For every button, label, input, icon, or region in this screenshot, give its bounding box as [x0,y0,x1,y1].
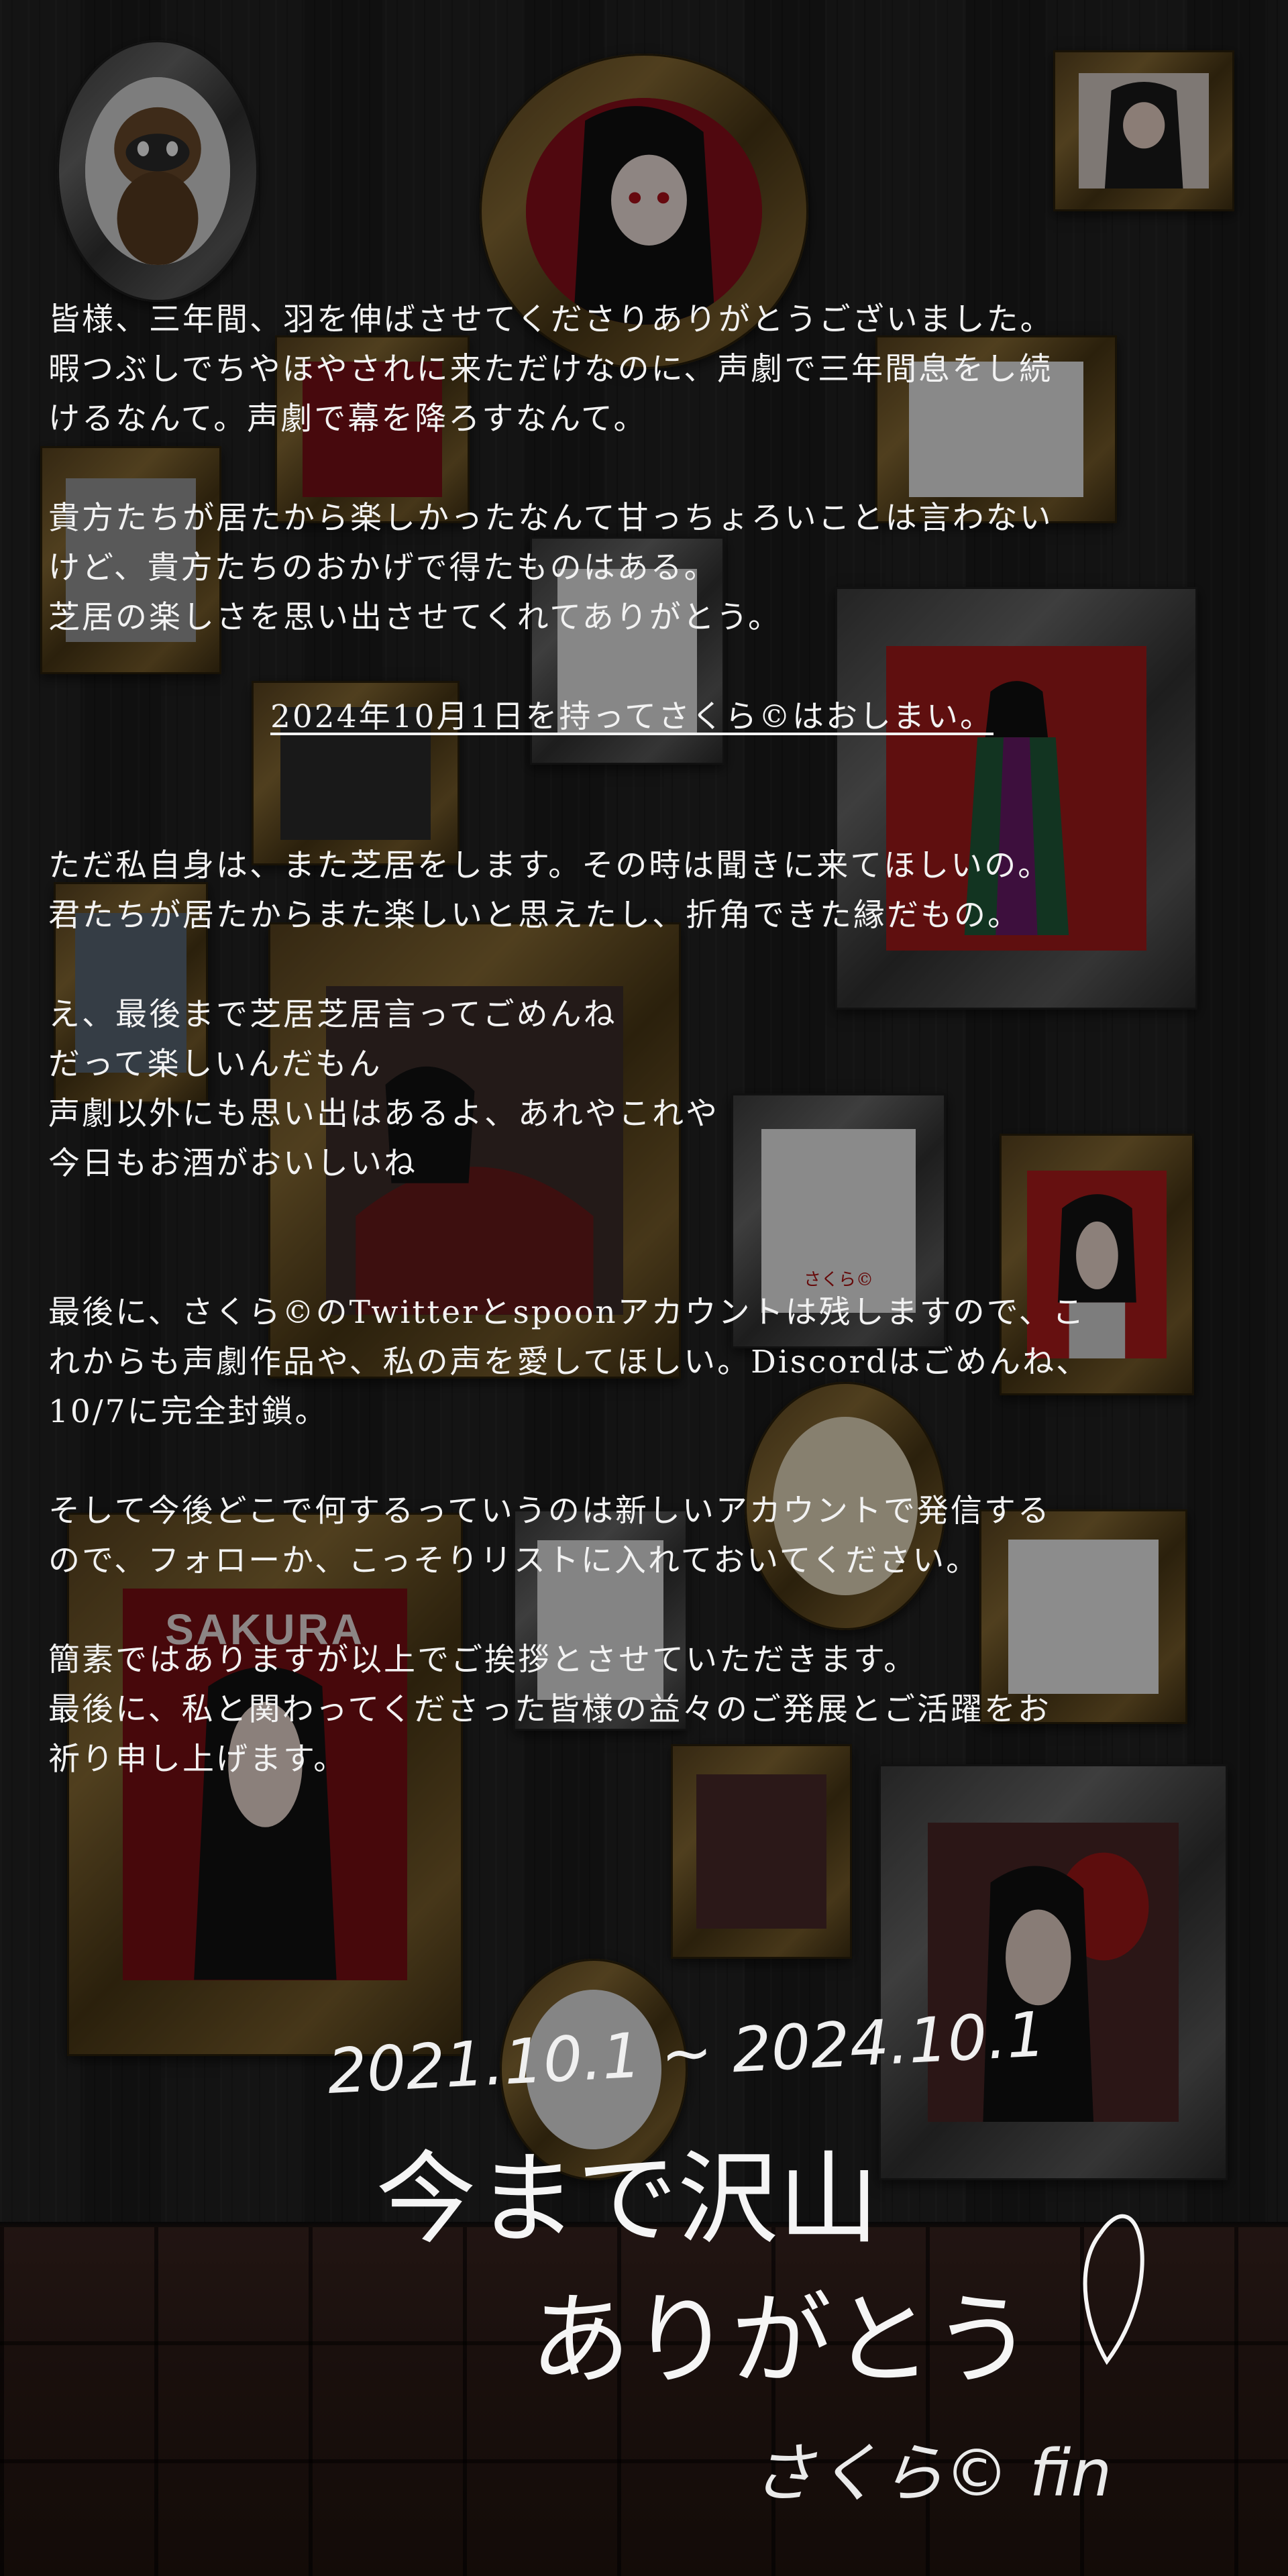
handwritten-dates: 2021.10.1 ~ 2024.10.1 [326,1998,1048,2108]
handwritten-thanks-line1: 今まで沢山 [376,2141,879,2258]
memorial-scene: さくら© SAKURA 皆様、三年間、羽を伸ばさせてくださりありがとうございまし… [0,0,1288,2576]
heart-doodle-icon [1083,2214,1144,2365]
handwritten-closing: 2021.10.1 ~ 2024.10.1 今まで沢山 ありがとう さくら© f… [326,1998,1144,2511]
handwritten-signature: さくら© fin [751,2436,1112,2511]
handwritten-thanks-line2: ありがとう [530,2282,1033,2399]
